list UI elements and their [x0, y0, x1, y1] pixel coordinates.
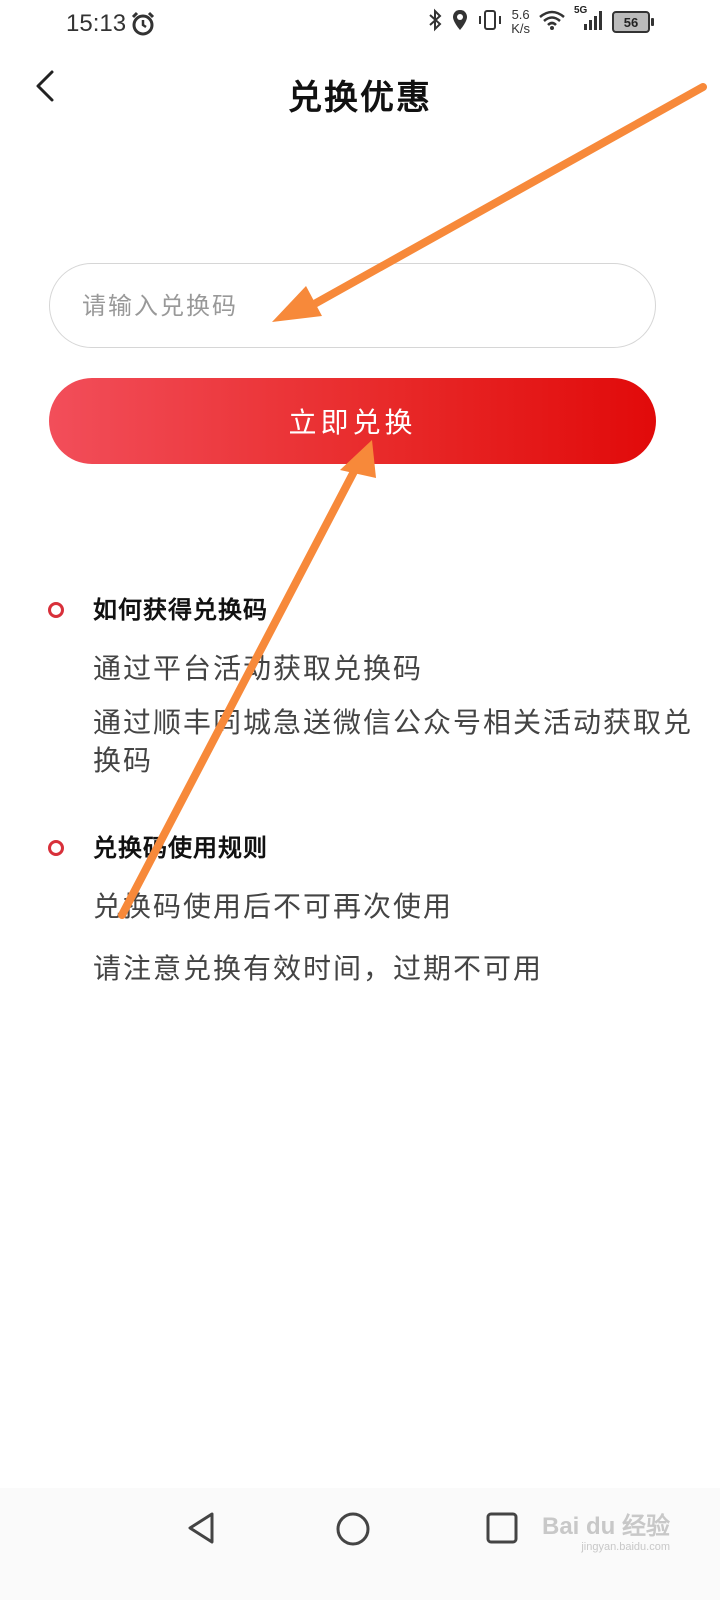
section-line: 兑换码使用后不可再次使用	[93, 890, 454, 923]
nav-home-icon[interactable]	[334, 1510, 372, 1552]
nav-back-icon[interactable]	[184, 1510, 220, 1550]
network-speed-unit: K/s	[511, 21, 530, 36]
nav-recent-apps-icon[interactable]	[484, 1510, 520, 1550]
network-speed: 5.6 K/s	[511, 8, 530, 36]
network-type: 5G	[574, 5, 588, 16]
location-icon	[451, 8, 469, 36]
redeem-code-input[interactable]	[49, 263, 656, 348]
battery-icon: 56	[612, 11, 654, 33]
status-bar: 15:13 5.6 K/s 5G 56	[0, 0, 720, 50]
watermark-brand: Bai du 经验	[541, 1513, 670, 1540]
system-nav-bar: Bai du 经验 jingyan.baidu.com	[0, 1488, 720, 1600]
watermark-url: jingyan.baidu.com	[581, 1541, 670, 1553]
section-line: 请注意兑换有效时间，过期不可用	[93, 952, 544, 985]
page-title: 兑换优惠	[288, 78, 432, 118]
network-speed-value: 5.6	[511, 7, 530, 22]
status-time: 15:13	[66, 10, 127, 37]
status-icons: 5.6 K/s 5G 56	[427, 5, 654, 36]
vibrate-icon	[477, 8, 503, 36]
bluetooth-icon	[427, 8, 443, 36]
section-bullet-icon	[48, 840, 64, 856]
section-heading: 兑换码使用规则	[93, 833, 268, 862]
cellular-signal-icon: 5G	[574, 5, 604, 35]
section-line: 通过平台活动获取兑换码	[93, 652, 424, 685]
section-heading: 如何获得兑换码	[93, 595, 268, 624]
battery-level: 56	[623, 14, 639, 30]
section-line: 通过顺丰同城急送微信公众号相关活动获取兑换码	[93, 706, 694, 777]
wifi-icon	[538, 9, 566, 35]
annotation-arrows	[118, 83, 707, 919]
redeem-now-button[interactable]: 立即兑换	[49, 378, 656, 464]
baidu-watermark: Bai du 经验 jingyan.baidu.com	[542, 1506, 670, 1553]
section-bullet-icon	[48, 602, 64, 618]
alarm-clock-icon	[130, 11, 156, 41]
